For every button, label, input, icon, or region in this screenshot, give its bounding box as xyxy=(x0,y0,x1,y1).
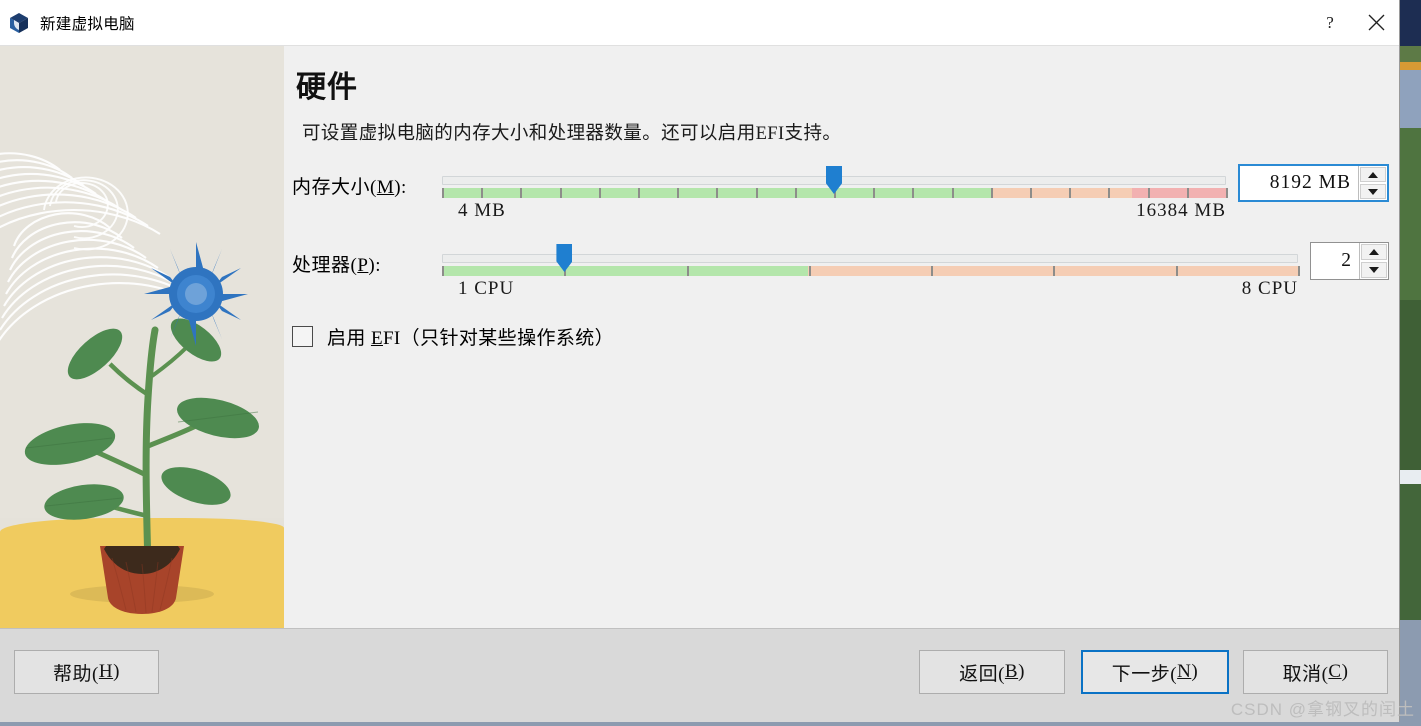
titlebar: 新建虚拟电脑 ? xyxy=(0,0,1399,46)
page-title: 硬件 xyxy=(296,71,358,104)
arrow-up-icon xyxy=(1368,171,1378,178)
processor-count-input[interactable]: 2 xyxy=(1311,243,1359,279)
memory-min-label: 4 MB xyxy=(458,200,506,221)
processor-label-mnemonic: P xyxy=(357,255,369,276)
efi-label-suffix: FI（只针对某些操作系统） xyxy=(382,328,615,349)
close-icon xyxy=(1368,14,1384,31)
memory-slider[interactable] xyxy=(442,164,1228,198)
wizard-illustration xyxy=(0,46,284,628)
memory-size-label: 内存大小(M): xyxy=(292,164,442,199)
slider-segment-green xyxy=(442,266,809,276)
new-virtual-machine-dialog: 新建虚拟电脑 ? 硬件 可设置虚拟电脑的内存大小和处理器数量。还可以启用EFI支… xyxy=(0,0,1399,722)
dialog-footer: 帮助(H) 返回(B) 下一步(N) 取消(C) xyxy=(0,628,1399,722)
memory-range-labels: 4 MB 16384 MB xyxy=(442,200,1226,228)
back-button[interactable]: 返回(B) xyxy=(919,650,1065,694)
memory-label-suffix: ): xyxy=(394,177,407,198)
page-description: 可设置虚拟电脑的内存大小和处理器数量。还可以启用EFI支持。 xyxy=(302,124,842,144)
memory-size-spinbox[interactable]: 8192 MB xyxy=(1238,164,1389,202)
enable-efi-checkbox[interactable] xyxy=(292,326,313,347)
cancel-button[interactable]: 取消(C) xyxy=(1243,650,1388,694)
arrow-up-icon xyxy=(1369,249,1379,255)
memory-spin-down-button[interactable] xyxy=(1360,184,1386,199)
window-controls: ? xyxy=(1307,0,1399,45)
wizard-body: 硬件 可设置虚拟电脑的内存大小和处理器数量。还可以启用EFI支持。 内存大小(M… xyxy=(0,46,1399,628)
illustration-artwork xyxy=(0,152,259,614)
processor-min-label: 1 CPU xyxy=(458,278,515,299)
slider-segment-green xyxy=(442,188,991,198)
next-button-mnemonic: N xyxy=(1177,661,1192,682)
processor-slider[interactable] xyxy=(442,242,1300,276)
help-button-suffix: ) xyxy=(113,661,120,682)
processor-count-spinbox[interactable]: 2 xyxy=(1310,242,1389,280)
next-button[interactable]: 下一步(N) xyxy=(1081,650,1229,694)
wizard-content-pane: 硬件 可设置虚拟电脑的内存大小和处理器数量。还可以启用EFI支持。 内存大小(M… xyxy=(284,46,1399,628)
arrow-down-icon xyxy=(1368,188,1378,195)
processor-row: 处理器(P): 1 CPU 8 CPU 2 xyxy=(292,242,1389,306)
memory-size-row: 内存大小(M): 4 MB 16384 MB 8192 MB xyxy=(292,164,1389,228)
processor-slider-track xyxy=(442,266,1298,276)
efi-label-mnemonic: E xyxy=(370,328,383,349)
slider-segment-orange xyxy=(990,188,1132,198)
processor-spin-down-button[interactable] xyxy=(1361,262,1387,278)
back-button-mnemonic: B xyxy=(1004,661,1019,682)
memory-size-input[interactable]: 8192 MB xyxy=(1240,166,1358,200)
processor-max-label: 8 CPU xyxy=(1241,278,1298,299)
processor-spin-up-button[interactable] xyxy=(1361,244,1387,260)
help-button-prefix: 帮助( xyxy=(53,663,99,685)
enable-efi-label[interactable]: 启用 EFI（只针对某些操作系统） xyxy=(327,323,614,350)
processor-label-prefix: 处理器( xyxy=(292,255,358,276)
memory-spin-up-button[interactable] xyxy=(1360,167,1386,182)
slider-segment-red xyxy=(1131,188,1226,198)
processor-slider-wrap: 1 CPU 8 CPU xyxy=(442,242,1300,306)
arrow-down-icon xyxy=(1369,267,1379,273)
slider-tick xyxy=(1298,266,1300,276)
help-button[interactable]: 帮助(H) xyxy=(14,650,159,694)
processor-label-suffix: ): xyxy=(368,255,382,276)
virtualbox-cube-icon xyxy=(8,12,30,34)
memory-spin-buttons xyxy=(1358,166,1387,200)
processor-spin-buttons xyxy=(1359,243,1388,279)
efi-label-prefix: 启用 xyxy=(327,328,371,349)
processor-label: 处理器(P): xyxy=(292,242,442,277)
help-titlebar-button[interactable]: ? xyxy=(1307,0,1353,45)
cancel-button-prefix: 取消( xyxy=(1282,663,1329,685)
question-mark-icon: ? xyxy=(1326,12,1334,32)
memory-label-mnemonic: M xyxy=(376,177,395,198)
enable-efi-row[interactable]: 启用 EFI（只针对某些操作系统） xyxy=(292,323,614,350)
close-button[interactable] xyxy=(1353,0,1399,45)
cancel-button-suffix: ) xyxy=(1341,661,1349,682)
slider-tick xyxy=(1226,188,1228,198)
memory-label-prefix: 内存大小( xyxy=(292,177,377,198)
back-button-suffix: ) xyxy=(1018,661,1025,682)
window-title: 新建虚拟电脑 xyxy=(40,15,135,33)
memory-slider-wrap: 4 MB 16384 MB xyxy=(442,164,1228,228)
next-button-prefix: 下一步( xyxy=(1111,663,1178,685)
back-button-prefix: 返回( xyxy=(959,663,1005,685)
next-button-suffix: ) xyxy=(1191,661,1199,682)
slider-segment-orange xyxy=(808,266,1298,276)
cancel-button-mnemonic: C xyxy=(1328,661,1342,682)
processor-range-labels: 1 CPU 8 CPU xyxy=(442,278,1298,306)
memory-max-label: 16384 MB xyxy=(1136,200,1226,221)
help-button-mnemonic: H xyxy=(98,661,114,682)
